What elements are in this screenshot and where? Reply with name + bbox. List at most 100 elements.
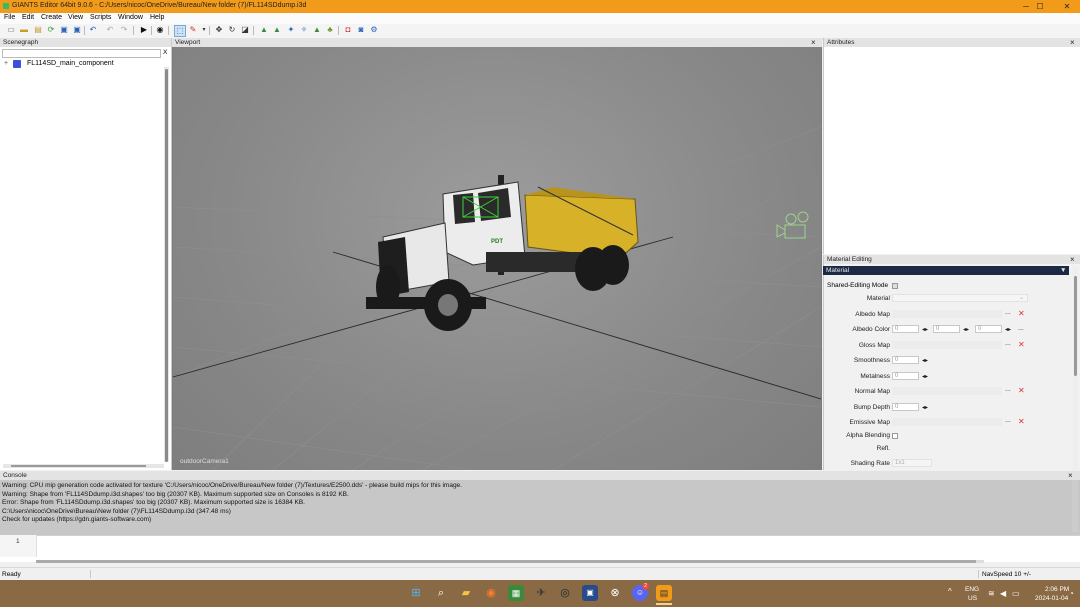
script-horizontal-scrollbar[interactable]: [36, 560, 984, 563]
viewport-close-button[interactable]: ×: [811, 38, 816, 47]
albedo-color-g-input[interactable]: 0: [933, 325, 960, 333]
shared-editing-mode-checkbox[interactable]: [892, 283, 898, 289]
material-editing-close-button[interactable]: ×: [1070, 255, 1075, 264]
search-icon[interactable]: ⌕: [433, 585, 449, 601]
gloss-map-browse-button[interactable]: ...: [1005, 340, 1011, 347]
game-launcher-icon[interactable]: ✈: [533, 585, 549, 601]
save-icon[interactable]: ▣: [59, 25, 69, 35]
wifi-icon[interactable]: ≋: [988, 589, 995, 598]
rotate-tool-icon[interactable]: ↻: [227, 25, 237, 35]
menu-file[interactable]: File: [4, 14, 15, 21]
shader-tool-icon[interactable]: ◙: [356, 25, 366, 35]
alpha-blending-checkbox[interactable]: [892, 433, 898, 439]
language-indicator-top[interactable]: ENG: [965, 586, 979, 593]
maximize-button[interactable]: ☐: [1031, 1, 1049, 12]
steam-icon[interactable]: ◎: [557, 585, 573, 601]
scenegraph-filter-input[interactable]: [2, 49, 161, 58]
minecraft-icon[interactable]: ▦: [508, 585, 524, 601]
albedo-map-field[interactable]: [892, 310, 1002, 318]
albedo-map-remove-icon[interactable]: ✕: [1018, 310, 1025, 318]
shading-rate-select[interactable]: 1x1: [892, 459, 932, 467]
clock-time[interactable]: 2:06 PM: [1045, 586, 1069, 593]
emissive-map-remove-icon[interactable]: ✕: [1018, 418, 1025, 426]
scenegraph-vertical-scrollbar[interactable]: [164, 67, 169, 462]
albedo-color-b-spinner[interactable]: ◂▸: [1005, 326, 1011, 333]
terrain-sculpt-icon[interactable]: ▲: [312, 25, 322, 35]
metalness-spinner[interactable]: ◂▸: [922, 373, 928, 380]
viewport-canvas[interactable]: PDT outdoorCamera1: [173, 47, 821, 470]
chevron-down-icon[interactable]: ▾: [199, 25, 209, 35]
menu-scripts[interactable]: Scripts: [90, 14, 111, 21]
normal-map-field[interactable]: [892, 387, 1002, 395]
tree-expander-icon[interactable]: +: [4, 60, 8, 67]
material-tool-icon[interactable]: ◘: [343, 25, 353, 35]
menu-view[interactable]: View: [68, 14, 83, 21]
notifications-icon[interactable]: ◔: [1069, 589, 1074, 598]
menu-help[interactable]: Help: [150, 14, 164, 21]
tray-overflow-icon[interactable]: ^: [948, 587, 952, 596]
emissive-map-field[interactable]: [892, 418, 1002, 426]
firefox-icon[interactable]: ◉: [483, 585, 499, 601]
gloss-map-remove-icon[interactable]: ✕: [1018, 341, 1025, 349]
albedo-color-picker-button[interactable]: ...: [1018, 325, 1024, 332]
clock-date[interactable]: 2024-01-04: [1035, 595, 1068, 602]
menu-create[interactable]: Create: [41, 14, 62, 21]
terrain-paint-icon[interactable]: ▲: [272, 25, 282, 35]
spline-tool-icon[interactable]: ✧: [299, 25, 309, 35]
normal-map-browse-button[interactable]: ...: [1005, 386, 1011, 393]
menu-edit[interactable]: Edit: [22, 14, 34, 21]
undo-icon[interactable]: ↶: [105, 25, 115, 35]
bump-depth-spinner[interactable]: ◂▸: [922, 404, 928, 411]
select-tool-icon[interactable]: ⬚: [174, 25, 186, 37]
collapse-arrow-icon[interactable]: ▼: [1060, 266, 1066, 275]
normal-map-remove-icon[interactable]: ✕: [1018, 387, 1025, 395]
visibility-eye-icon[interactable]: ◉: [155, 25, 165, 35]
material-section-header[interactable]: Material ▼: [823, 266, 1069, 275]
import-icon[interactable]: ▤: [33, 25, 43, 35]
metalness-input[interactable]: 0: [892, 372, 919, 380]
file-explorer-icon[interactable]: ▰: [458, 585, 474, 601]
brush-tool-icon[interactable]: ✎: [188, 25, 198, 35]
app-launcher-icon[interactable]: ▣: [582, 585, 598, 601]
undo-history-icon[interactable]: ↶: [88, 25, 98, 35]
scenegraph-horizontal-scrollbar[interactable]: [3, 464, 164, 468]
open-folder-icon[interactable]: ▬: [19, 25, 29, 35]
terrain-tool-icon[interactable]: ▲: [259, 25, 269, 35]
move-tool-icon[interactable]: ✥: [214, 25, 224, 35]
play-icon[interactable]: ▶: [139, 25, 149, 35]
smoothness-spinner[interactable]: ◂▸: [922, 357, 928, 364]
tree-tool-icon[interactable]: ♣: [325, 25, 335, 35]
chevron-down-icon[interactable]: ⌄: [1019, 294, 1024, 301]
bump-depth-input[interactable]: 0: [892, 403, 919, 411]
scale-tool-icon[interactable]: ◪: [240, 25, 250, 35]
script-editor[interactable]: [0, 535, 1080, 562]
refresh-icon[interactable]: ⟳: [46, 25, 56, 35]
xbox-icon[interactable]: ⊗: [607, 585, 623, 601]
albedo-color-g-spinner[interactable]: ◂▸: [963, 326, 969, 333]
settings-icon[interactable]: ⚙: [369, 25, 379, 35]
filter-clear-button[interactable]: X: [163, 49, 167, 56]
redo-icon[interactable]: ↷: [119, 25, 129, 35]
smoothness-input[interactable]: 0: [892, 356, 919, 364]
console-scrollbar[interactable]: [1072, 480, 1078, 532]
albedo-color-r-spinner[interactable]: ◂▸: [922, 326, 928, 333]
save-as-icon[interactable]: ▣: [72, 25, 82, 35]
albedo-color-r-input[interactable]: 0: [892, 325, 919, 333]
gloss-map-field[interactable]: [892, 341, 1002, 349]
volume-icon[interactable]: ◀: [1000, 589, 1006, 598]
foliage-tool-icon[interactable]: ✦: [286, 25, 296, 35]
battery-icon[interactable]: ▭: [1012, 589, 1020, 598]
material-select[interactable]: [892, 294, 1028, 302]
emissive-map-browse-button[interactable]: ...: [1005, 417, 1011, 424]
material-scrollbar[interactable]: [1073, 266, 1078, 470]
console-close-button[interactable]: ×: [1068, 471, 1073, 480]
albedo-color-b-input[interactable]: 0: [975, 325, 1002, 333]
albedo-map-browse-button[interactable]: ...: [1005, 309, 1011, 316]
windows-start-icon[interactable]: ⊞: [408, 585, 424, 601]
close-window-button[interactable]: ✕: [1058, 1, 1076, 12]
tree-node-main-component[interactable]: FL114SD_main_component: [27, 60, 114, 67]
new-file-icon[interactable]: ▭: [6, 25, 16, 35]
attributes-close-button[interactable]: ×: [1070, 38, 1075, 47]
giants-editor-taskbar-icon[interactable]: ▤: [656, 585, 672, 601]
language-indicator-bottom[interactable]: US: [968, 595, 977, 602]
